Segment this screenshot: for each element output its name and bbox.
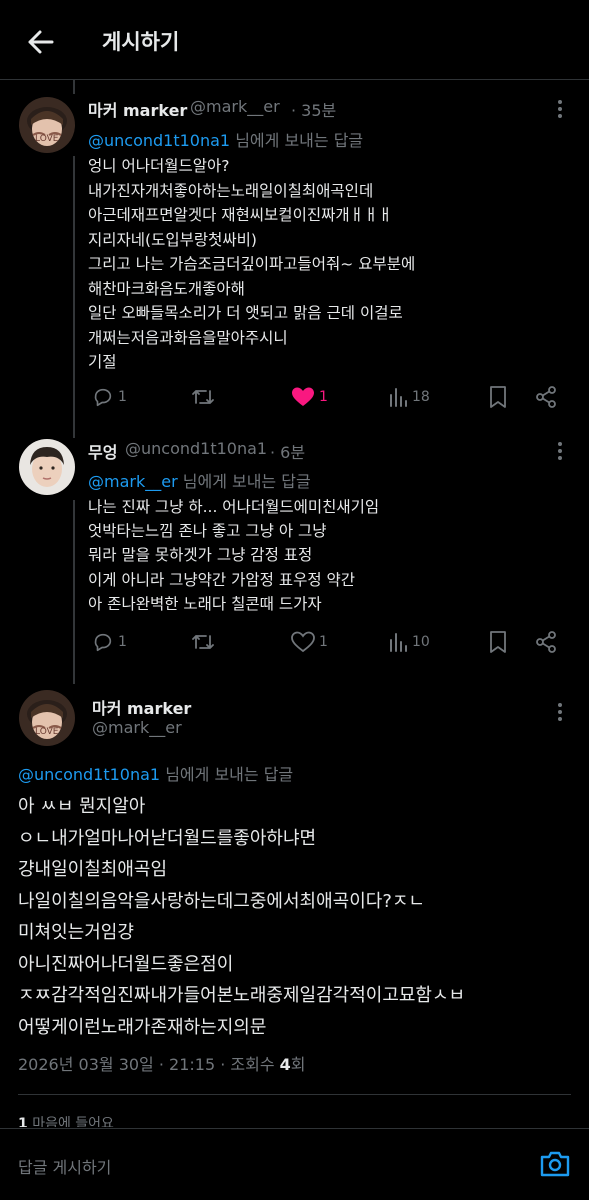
more-options-icon[interactable] — [550, 441, 570, 461]
mention-link[interactable]: @mark__er — [88, 472, 178, 491]
more-options-icon[interactable] — [550, 702, 570, 722]
reply-icon — [94, 388, 112, 407]
tweet-line: 일단 오빠들목소리가 더 앳되고 맑음 근데 이걸로 — [88, 304, 403, 322]
thread-line — [73, 80, 75, 94]
bookmark-button[interactable] — [488, 385, 508, 409]
tweet-line: 나는 진짜 그냥 하... 어나더월드에미친새기임 — [88, 498, 380, 516]
thread-line — [73, 500, 75, 684]
replying-to: @uncond1t10na1 님에게 보내는 답글 — [88, 127, 363, 151]
divider — [18, 1094, 571, 1095]
tweet-line: 어떻게이런노래가존재하는지의문 — [18, 1016, 267, 1038]
svg-text:LOVE: LOVE — [35, 134, 59, 144]
likes-total: 1 — [18, 1116, 28, 1127]
author-name[interactable]: 마커 marker — [92, 695, 191, 719]
tweet-line: 미쳐잇는거임걍 — [18, 922, 134, 943]
views-count: 18 — [412, 389, 430, 405]
tweet-line: 기절 — [88, 353, 117, 371]
tweet-line: ㅇㄴ내가얼마나어낟더월드를좋아하냐면 — [18, 827, 317, 849]
avatar[interactable]: LOVE — [19, 690, 75, 746]
avatar[interactable] — [19, 439, 75, 495]
reply-composer: 답글 게시하기 — [0, 1128, 589, 1200]
replying-label: 님에게 보내는 답글 — [182, 472, 311, 491]
tweet-text: 나는 진짜 그냥 하... 어나더월드에미친새기임 엇박타는느낌 존나 좋고 그… — [88, 495, 379, 616]
mention-link[interactable]: @uncond1t10na1 — [88, 131, 230, 150]
like-count: 1 — [319, 634, 328, 650]
page-title: 게시하기 — [102, 30, 180, 54]
reply-count: 1 — [118, 389, 127, 405]
author-name[interactable]: 마커 marker — [88, 97, 187, 121]
reply-icon — [94, 633, 112, 652]
author-handle[interactable]: @uncond1t10na1 — [125, 439, 267, 458]
thread-line — [73, 156, 75, 438]
repost-button[interactable] — [191, 385, 215, 409]
reply-button[interactable]: 1 — [92, 385, 127, 409]
tweet-line: 걍내일이칠최애곡임 — [18, 859, 168, 880]
repost-button[interactable] — [191, 630, 215, 654]
tweet-line: ㅈㅉ감각적임진짜내가들어본노래중제일감각적이고묘함ㅅㅂ — [18, 985, 466, 1006]
repost-icon — [192, 390, 214, 404]
tweet-line: 엇박타는느낌 존나 좋고 그냥 아 그냥 — [88, 522, 327, 541]
repost-icon — [192, 635, 214, 649]
tweet-line: 내가진자개처좋아하는노래일이칠최애곡인데 — [88, 181, 374, 200]
share-button[interactable] — [535, 630, 557, 654]
tweet-line: 아 존나완벽한 노래다 칠콘때 드가자 — [88, 594, 322, 613]
post-time[interactable]: · 35분 — [291, 97, 336, 121]
tweet-line: 뭐라 말을 못하겟가 그냥 감정 표정 — [88, 546, 313, 565]
views-count: 10 — [412, 634, 430, 650]
arrow-left-icon[interactable] — [22, 24, 58, 60]
top-bar: 게시하기 — [0, 0, 589, 80]
heart-icon — [291, 631, 315, 653]
tweet-line: 해찬마크화음도개좋아해 — [88, 279, 245, 298]
views-icon — [390, 633, 407, 652]
views-button[interactable]: 10 — [388, 630, 430, 654]
like-count: 1 — [319, 389, 328, 405]
tweet-text: 엉니 어나더월드알아? 내가진자개처좋아하는노래일이칠최애곡인데 아근데재프면알… — [88, 154, 415, 375]
tweet-line: 아근데재프면알겟다 재현씨보컬이진짜개ㅐㅐㅐ — [88, 206, 393, 224]
heart-filled-icon — [292, 387, 314, 406]
mention-link[interactable]: @uncond1t10na1 — [18, 765, 160, 784]
tweet-text: 아 ㅆㅂ 뭔지알아 ㅇㄴ내가얼마나어낟더월드를좋아하냐면 걍내일이칠최애곡임 나… — [18, 791, 465, 1043]
reply-count: 1 — [118, 634, 127, 650]
views-icon — [390, 388, 407, 407]
more-options-icon[interactable] — [550, 99, 570, 119]
likes-label: 마음에 들어요 — [32, 1116, 114, 1127]
author-handle[interactable]: @mark__er — [92, 718, 182, 737]
share-button[interactable] — [535, 385, 557, 409]
svg-text:LOVE: LOVE — [35, 727, 59, 737]
post-date: 2026년 03월 30일 · 21:15 · 조회수 — [18, 1055, 280, 1074]
tweet-line: 아니진짜어나더월드좋은점이 — [18, 953, 234, 975]
replying-to: @mark__er 님에게 보내는 답글 — [88, 468, 311, 492]
like-button[interactable]: 1 — [291, 630, 328, 654]
reply-button[interactable]: 1 — [92, 630, 127, 654]
tweet-line: 나일이칠의음악을사랑하는데그중에서최애곡이다?ㅈㄴ — [18, 890, 425, 912]
camera-icon[interactable] — [539, 1150, 571, 1182]
tweet-line: 지리자네(도입부랑첫싸비) — [88, 230, 257, 249]
tweet-line: 개쩌는저음과화음을말아주시니 — [88, 328, 288, 347]
reply-input[interactable]: 답글 게시하기 — [18, 1154, 111, 1178]
author-name[interactable]: 무엉 — [88, 439, 117, 463]
view-suffix: 회 — [290, 1055, 306, 1074]
tweet-line: 그리고 나는 가슴조금더깊이파고들어줘~ 요부분에 — [88, 255, 416, 273]
post-timestamp[interactable]: 2026년 03월 30일 · 21:15 · 조회수 4회 — [18, 1051, 306, 1075]
avatar[interactable]: LOVE — [19, 97, 75, 153]
tweet-line: 아 ㅆㅂ 뭔지알아 — [18, 796, 146, 817]
like-button[interactable]: 1 — [291, 385, 328, 409]
tweet-line: 엉니 어나더월드알아? — [88, 157, 230, 175]
replying-label: 님에게 보내는 답글 — [165, 765, 294, 784]
replying-label: 님에게 보내는 답글 — [235, 131, 364, 150]
bookmark-icon — [490, 386, 506, 408]
tweet-line: 이게 아니라 그냥약간 가암정 표우정 약간 — [88, 570, 356, 589]
share-icon — [536, 631, 556, 653]
view-count: 4 — [279, 1055, 291, 1074]
bookmark-icon — [490, 631, 506, 653]
post-time[interactable]: · 6분 — [270, 439, 305, 463]
share-icon — [536, 386, 556, 408]
author-handle[interactable]: @mark__er — [190, 97, 280, 116]
replying-to: @uncond1t10na1 님에게 보내는 답글 — [18, 761, 293, 785]
likes-summary[interactable]: 1 마음에 들어요 — [18, 1113, 114, 1127]
views-button[interactable]: 18 — [388, 385, 430, 409]
bookmark-button[interactable] — [488, 630, 508, 654]
